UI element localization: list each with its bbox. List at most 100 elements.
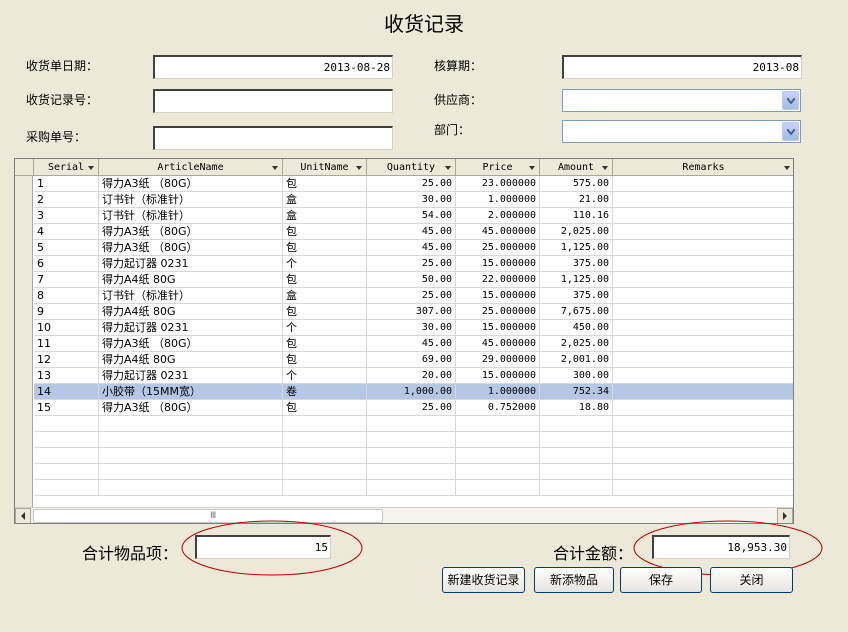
cell-remarks[interactable] [613, 368, 793, 384]
cell-remarks[interactable] [613, 176, 793, 192]
cell-amount[interactable]: 575.00 [540, 176, 613, 192]
column-header-unitname[interactable]: UnitName [283, 159, 367, 176]
cell-price[interactable]: 25.000000 [456, 240, 540, 256]
department-select[interactable] [562, 120, 801, 143]
cell-article-name[interactable]: 得力A3纸 （80G） [99, 400, 283, 416]
cell-price[interactable] [456, 432, 540, 448]
cell-unit-name[interactable]: 包 [283, 272, 367, 288]
table-row[interactable]: 11 得力A3纸 （80G）包 45.00 45.000000 2,025.00 [15, 336, 793, 352]
column-header-price[interactable]: Price [456, 159, 540, 176]
items-grid[interactable]: Serial ArticleName UnitName Quantity Pri… [14, 158, 794, 524]
cell-price[interactable]: 25.000000 [456, 304, 540, 320]
cell-serial[interactable]: 9 [34, 304, 99, 320]
cell-unit-name[interactable] [283, 464, 367, 480]
column-header-remarks[interactable]: Remarks [613, 159, 793, 176]
cell-unit-name[interactable]: 包 [283, 304, 367, 320]
cell-serial[interactable] [34, 480, 99, 496]
cell-serial[interactable] [34, 464, 99, 480]
table-row[interactable]: 9 得力A4纸 80G 包 307.00 25.000000 7,675.00 [15, 304, 793, 320]
cell-unit-name[interactable]: 个 [283, 320, 367, 336]
cell-amount[interactable]: 2,025.00 [540, 336, 613, 352]
empty-table-row[interactable] [15, 416, 793, 432]
cell-quantity[interactable]: 45.00 [367, 336, 456, 352]
cell-serial[interactable]: 12 [34, 352, 99, 368]
cell-unit-name[interactable]: 盒 [283, 208, 367, 224]
table-row[interactable]: 14 小胶带（15MM宽）卷 1,000.00 1.000000 752.34 [15, 384, 793, 400]
cell-amount[interactable]: 375.00 [540, 288, 613, 304]
cell-remarks[interactable] [613, 192, 793, 208]
cell-unit-name[interactable]: 包 [283, 240, 367, 256]
table-row[interactable]: 6 得力起订器 0231 个 25.00 15.000000 375.00 [15, 256, 793, 272]
cell-serial[interactable] [34, 432, 99, 448]
cell-price[interactable]: 1.000000 [456, 384, 540, 400]
cell-remarks[interactable] [613, 256, 793, 272]
supplier-dropdown-button[interactable] [782, 91, 799, 110]
cell-quantity[interactable]: 1,000.00 [367, 384, 456, 400]
cell-remarks[interactable] [613, 272, 793, 288]
cell-amount[interactable]: 752.34 [540, 384, 613, 400]
column-header-serial[interactable]: Serial [34, 159, 99, 176]
cell-quantity[interactable]: 25.00 [367, 400, 456, 416]
cell-amount[interactable] [540, 416, 613, 432]
supplier-select[interactable] [562, 89, 801, 112]
cell-unit-name[interactable]: 包 [283, 336, 367, 352]
cell-price[interactable]: 23.000000 [456, 176, 540, 192]
table-row[interactable]: 15 得力A3纸 （80G）包 25.00 0.752000 18.80 [15, 400, 793, 416]
cell-article-name[interactable]: 得力A4纸 80G [99, 352, 283, 368]
table-row[interactable]: 5 得力A3纸 （80G）包 45.00 25.000000 1,125.00 [15, 240, 793, 256]
cell-amount[interactable]: 18.80 [540, 400, 613, 416]
cell-amount[interactable]: 300.00 [540, 368, 613, 384]
cell-amount[interactable]: 1,125.00 [540, 240, 613, 256]
cell-serial[interactable]: 1 [34, 176, 99, 192]
cell-unit-name[interactable]: 个 [283, 368, 367, 384]
cell-article-name[interactable] [99, 416, 283, 432]
cell-quantity[interactable]: 25.00 [367, 288, 456, 304]
cell-remarks[interactable] [613, 432, 793, 448]
cell-price[interactable]: 2.000000 [456, 208, 540, 224]
close-button[interactable]: 关闭 [710, 567, 793, 593]
cell-serial[interactable]: 4 [34, 224, 99, 240]
cell-article-name[interactable]: 得力A4纸 80G [99, 272, 283, 288]
cell-serial[interactable]: 5 [34, 240, 99, 256]
column-header-quantity[interactable]: Quantity [367, 159, 456, 176]
cell-amount[interactable] [540, 448, 613, 464]
cell-remarks[interactable] [613, 304, 793, 320]
cell-amount[interactable] [540, 480, 613, 496]
cell-quantity[interactable] [367, 416, 456, 432]
cell-unit-name[interactable]: 盒 [283, 288, 367, 304]
column-header-articlename[interactable]: ArticleName [99, 159, 283, 176]
cell-remarks[interactable] [613, 240, 793, 256]
cell-article-name[interactable]: 得力A3纸 （80G） [99, 240, 283, 256]
table-row[interactable]: 7 得力A4纸 80G 包 50.00 22.000000 1,125.00 [15, 272, 793, 288]
cell-quantity[interactable]: 307.00 [367, 304, 456, 320]
column-header-amount[interactable]: Amount [540, 159, 613, 176]
cell-price[interactable]: 22.000000 [456, 272, 540, 288]
cell-amount[interactable]: 450.00 [540, 320, 613, 336]
empty-table-row[interactable] [15, 448, 793, 464]
period-field[interactable]: 2013-08 [562, 55, 802, 79]
cell-serial[interactable]: 14 [34, 384, 99, 400]
cell-serial[interactable]: 7 [34, 272, 99, 288]
empty-table-row[interactable] [15, 480, 793, 496]
table-row[interactable]: 12 得力A4纸 80G 包 69.00 29.000000 2,001.00 [15, 352, 793, 368]
table-row[interactable]: 3 订书针（标准针）盒 54.00 2.000000 110.16 [15, 208, 793, 224]
cell-remarks[interactable] [613, 320, 793, 336]
cell-quantity[interactable]: 45.00 [367, 240, 456, 256]
table-row[interactable]: 8 订书针（标准针）盒 25.00 15.000000 375.00 [15, 288, 793, 304]
cell-unit-name[interactable]: 包 [283, 352, 367, 368]
table-row[interactable]: 13 得力起订器 0231 个 20.00 15.000000 300.00 [15, 368, 793, 384]
cell-price[interactable]: 15.000000 [456, 368, 540, 384]
cell-quantity[interactable]: 25.00 [367, 256, 456, 272]
cell-serial[interactable]: 10 [34, 320, 99, 336]
cell-quantity[interactable]: 54.00 [367, 208, 456, 224]
cell-unit-name[interactable] [283, 432, 367, 448]
cell-article-name[interactable] [99, 480, 283, 496]
cell-remarks[interactable] [613, 288, 793, 304]
cell-quantity[interactable] [367, 464, 456, 480]
cell-serial[interactable]: 8 [34, 288, 99, 304]
cell-quantity[interactable] [367, 448, 456, 464]
cell-unit-name[interactable] [283, 480, 367, 496]
po-number-field[interactable] [153, 126, 393, 150]
cell-serial[interactable] [34, 448, 99, 464]
cell-price[interactable]: 15.000000 [456, 320, 540, 336]
